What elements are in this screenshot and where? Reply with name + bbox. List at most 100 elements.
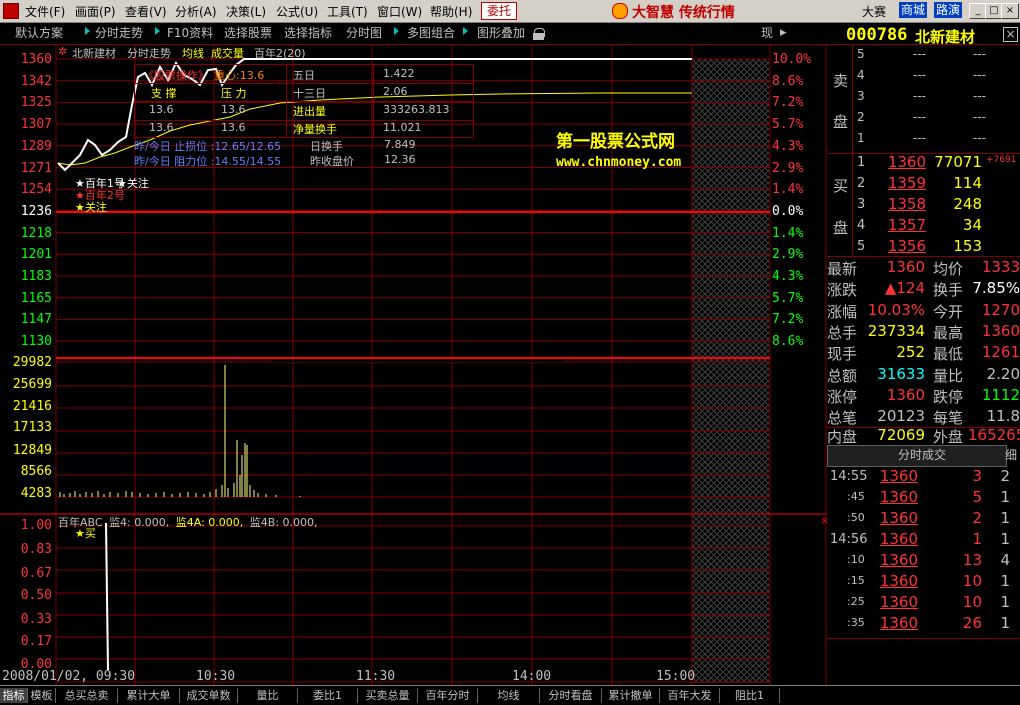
- indicator-axis-label: 0.17: [20, 634, 52, 649]
- dropdown-arrow-icon[interactable]: [463, 27, 468, 35]
- pct-axis-label: 2.9%: [772, 160, 804, 176]
- pct-axis-label: 7.2%: [772, 95, 804, 111]
- weituo-button[interactable]: 委托: [481, 2, 517, 20]
- menu-tools[interactable]: 工具(T): [327, 3, 368, 20]
- menu-decision[interactable]: 决策(L): [226, 3, 266, 20]
- toolbar-timeshare-chart[interactable]: 分时图: [343, 25, 385, 42]
- roadshow-button[interactable]: 路演: [934, 2, 963, 18]
- tick-count: 1: [1000, 614, 1010, 632]
- tick-volume: 5: [972, 488, 982, 506]
- bottom-tab[interactable]: 累计大单: [118, 688, 180, 703]
- price-axis-label: 1165: [20, 290, 52, 306]
- toolbar-default-scheme[interactable]: 默认方案: [12, 25, 66, 42]
- stock-name: 北新建材: [915, 28, 976, 46]
- close-icon[interactable]: ×: [1001, 3, 1019, 19]
- bottom-tab[interactable]: 均线: [478, 688, 540, 703]
- day-turnover-value: 7.849: [384, 138, 416, 151]
- price-axis-label: 1289: [20, 138, 52, 154]
- sell-price: ---: [913, 68, 926, 82]
- tick-count: 1: [1000, 488, 1010, 506]
- toolbar-overlay[interactable]: 图形叠加: [474, 25, 528, 42]
- ticks-detail-tab[interactable]: 细: [1005, 446, 1017, 463]
- tick-volume: 3: [972, 467, 982, 485]
- close-panel-icon[interactable]: ×: [1003, 27, 1018, 42]
- dropdown-arrow-icon[interactable]: [155, 27, 160, 35]
- menu-analysis[interactable]: 分析(A): [175, 3, 217, 20]
- toolbar-multi-chart[interactable]: 多图组合: [404, 25, 458, 42]
- info-pressure-1: 13.6: [221, 103, 246, 116]
- buy-level: 4: [857, 218, 866, 233]
- panel-arrow-icon[interactable]: ▸: [780, 25, 787, 40]
- menu-view[interactable]: 查看(V): [125, 3, 167, 20]
- info-support-1: 13.6: [149, 103, 174, 116]
- app-icon[interactable]: [3, 3, 19, 19]
- brand-banner: 大智慧 传统行情: [612, 2, 772, 21]
- menu-help[interactable]: 帮助(H): [430, 3, 472, 20]
- bottom-tab[interactable]: 模板: [28, 688, 56, 703]
- pct-axis-label: 10.0%: [772, 52, 812, 67]
- bottom-tab[interactable]: 阻比1: [720, 688, 780, 703]
- bottom-tab[interactable]: 百年分时: [418, 688, 478, 703]
- indicator-val-2: 监4A: 0.000,: [175, 516, 244, 529]
- buy-price: 1360: [887, 153, 926, 171]
- tick-count: 2: [1000, 467, 1010, 485]
- toolbar-f10[interactable]: F10资料: [164, 25, 216, 42]
- buy-volume: 114: [953, 174, 982, 192]
- tick-volume: 13: [962, 551, 982, 569]
- bottom-tab[interactable]: 买卖总量: [358, 688, 418, 703]
- stat-value: 1360: [886, 385, 925, 404]
- price-axis-label: 1236: [20, 203, 52, 219]
- indicator-axis-label: 0.67: [20, 566, 52, 581]
- bottom-tab[interactable]: 成交单数: [180, 688, 238, 703]
- shop-button[interactable]: 商城: [899, 2, 928, 18]
- menu-window[interactable]: 窗口(W): [377, 3, 422, 20]
- stat-label: 每笔: [933, 409, 964, 428]
- chart-mode: 分时走势: [127, 47, 171, 60]
- tick-count: 4: [1000, 551, 1010, 569]
- sell-label: 卖: [833, 72, 849, 90]
- indicator-axis-label: 0.83: [20, 542, 52, 557]
- bottom-tab[interactable]: 分时看盘: [540, 688, 602, 703]
- dasai-button[interactable]: 大赛: [862, 3, 886, 20]
- tick-volume: 26: [962, 614, 982, 632]
- pct-axis-label: 1.4%: [772, 225, 804, 241]
- stat-value: 1360: [886, 258, 925, 276]
- bottom-tab[interactable]: 指标: [0, 688, 28, 703]
- inner-value: 72069: [877, 426, 925, 444]
- stat-label: 总手: [827, 323, 858, 342]
- time-axis-label: 2008/01/02, 09:30: [2, 669, 136, 684]
- toolbar-timeshare[interactable]: 分时走势: [92, 25, 146, 42]
- menu-file[interactable]: 文件(F): [25, 3, 65, 20]
- dropdown-arrow-icon[interactable]: [85, 27, 90, 35]
- info-flow-label: 进出量: [293, 105, 326, 118]
- volume-gap-mask: [272, 359, 564, 362]
- menu-view-screen[interactable]: 画面(P): [75, 3, 116, 20]
- pct-axis-label: 5.7%: [772, 290, 804, 306]
- bottom-tab[interactable]: 量比: [238, 688, 298, 703]
- brand-text: 大智慧 传统行情: [632, 5, 735, 21]
- dropdown-arrow-icon[interactable]: [394, 27, 399, 35]
- stat-value: 1112: [981, 385, 1020, 404]
- outer-value: 165265: [968, 426, 1020, 444]
- toolbar-select-stock[interactable]: 选择股票: [221, 25, 275, 42]
- toolbar-current-label[interactable]: 现: [758, 25, 776, 42]
- info-13day-label: 十三日: [293, 87, 326, 100]
- price-axis-label: 1254: [20, 182, 52, 198]
- stat-label: 均价: [933, 260, 964, 278]
- price-axis-label: 1183: [20, 269, 52, 284]
- bottom-tab[interactable]: 百年大发: [660, 688, 720, 703]
- time-axis-label: 15:00: [656, 669, 696, 684]
- bottom-tab[interactable]: 累计撤单: [602, 688, 660, 703]
- menu-formula[interactable]: 公式(U): [276, 3, 318, 20]
- toolbar-select-indicator[interactable]: 选择指标: [281, 25, 335, 42]
- price-axis-label: 1360: [20, 52, 52, 67]
- tick-price: 1360: [879, 572, 918, 590]
- bottom-tab[interactable]: 总买总卖: [56, 688, 118, 703]
- tick-price: 1360: [879, 467, 918, 485]
- close-indicator-icon[interactable]: ×: [820, 514, 827, 527]
- buy-label: 盘: [833, 219, 849, 237]
- bottom-tab[interactable]: 委比1: [298, 688, 358, 703]
- stat-value: 2.20: [986, 364, 1020, 383]
- buy-volume: 248: [953, 195, 982, 213]
- lock-body-icon: [533, 33, 544, 40]
